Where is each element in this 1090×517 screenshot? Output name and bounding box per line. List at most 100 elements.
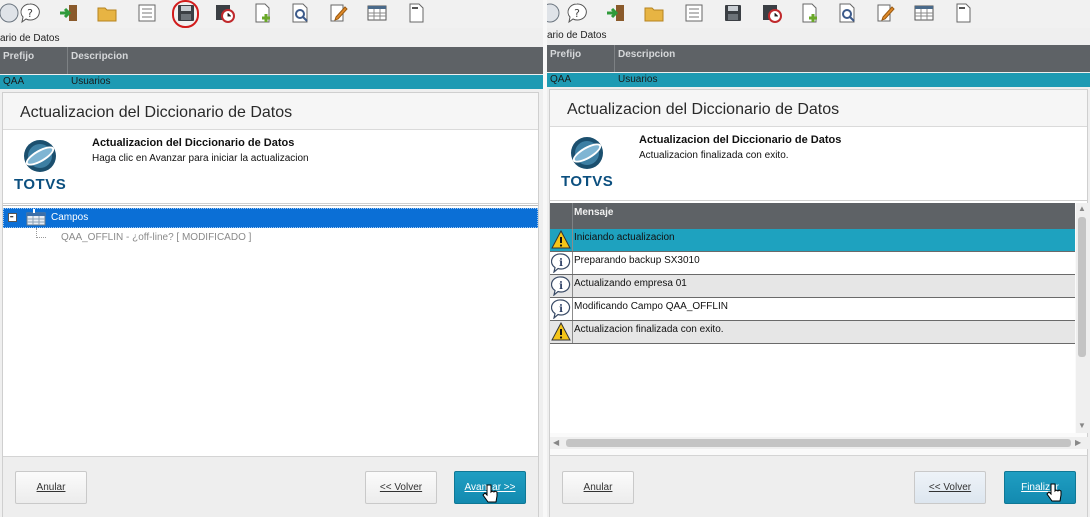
add-document-icon[interactable] xyxy=(252,2,274,24)
document-icon[interactable] xyxy=(405,2,427,24)
toolbar: ? xyxy=(547,0,1090,28)
header-subtitle: Haga clic en Avanzar para iniciar la act… xyxy=(92,153,309,164)
message-grid-header: Mensaje xyxy=(550,203,1075,229)
edit-icon[interactable] xyxy=(328,2,350,24)
collapse-toggle-icon[interactable] xyxy=(8,213,17,222)
header-title: Actualizacion del Diccionario de Datos xyxy=(92,137,295,149)
search-document-icon[interactable] xyxy=(290,2,312,24)
schedule-icon[interactable] xyxy=(214,2,236,24)
logo-text: TOTVS xyxy=(561,173,614,190)
scroll-left-icon[interactable]: ◀ xyxy=(553,438,559,447)
column-mensaje[interactable]: Mensaje xyxy=(574,207,613,218)
tree-item-campos[interactable]: Campos xyxy=(3,208,538,228)
vertical-scrollbar[interactable]: ▲ ▼ xyxy=(1076,203,1088,433)
scroll-right-icon[interactable]: ▶ xyxy=(1075,438,1081,447)
info-icon: i xyxy=(550,276,571,297)
table-icon[interactable] xyxy=(366,2,388,24)
help-icon[interactable]: ? xyxy=(566,2,588,24)
save-icon[interactable] xyxy=(722,2,744,24)
scroll-up-icon[interactable]: ▲ xyxy=(1078,204,1086,213)
save-icon[interactable] xyxy=(175,2,197,24)
finish-button[interactable]: Finalizar xyxy=(1004,471,1076,504)
schedule-icon[interactable] xyxy=(761,2,783,24)
list-item[interactable]: Iniciando actualizacion xyxy=(550,229,1075,252)
message-text: Modificando Campo QAA_OFFLIN xyxy=(574,301,728,312)
folder-icon[interactable] xyxy=(96,2,118,24)
wizard-dialog: Actualizacion del Diccionario de Datos T… xyxy=(2,92,539,517)
column-separator xyxy=(572,203,573,229)
tree-label-campos: Campos xyxy=(51,212,89,223)
exit-icon[interactable] xyxy=(58,2,80,24)
svg-text:i: i xyxy=(559,258,563,269)
info-tool-icon[interactable] xyxy=(547,2,561,24)
right-panel: ? ario de Datos Prefijo Descripcion QAA … xyxy=(547,0,1090,517)
svg-text:i: i xyxy=(559,304,563,315)
dialog-titlebar: Actualizacion del Diccionario de Datos xyxy=(550,90,1087,127)
table-fields-icon xyxy=(26,209,46,227)
info-tool-icon[interactable] xyxy=(0,2,20,24)
dialog-titlebar: Actualizacion del Diccionario de Datos xyxy=(3,93,538,130)
back-button[interactable]: << Volver xyxy=(914,471,986,504)
header-subtitle: Actualizacion finalizada con exito. xyxy=(639,150,789,161)
tree-connector xyxy=(36,237,46,238)
message-text: Preparando backup SX3010 xyxy=(574,255,700,266)
cell-prefijo: QAA xyxy=(550,74,572,85)
exit-icon[interactable] xyxy=(605,2,627,24)
list-item[interactable]: i Actualizando empresa 01 xyxy=(550,275,1075,298)
wizard-dialog: Actualizacion del Diccionario de Datos T… xyxy=(549,89,1088,517)
dialog-footer: Anular << Volver Finalizar xyxy=(550,455,1087,517)
dialog-title: Actualizacion del Diccionario de Datos xyxy=(20,104,293,121)
scroll-down-icon[interactable]: ▼ xyxy=(1078,421,1086,430)
edit-icon[interactable] xyxy=(875,2,897,24)
list-item[interactable]: Actualizacion finalizada con exito. xyxy=(550,321,1075,344)
add-document-icon[interactable] xyxy=(799,2,821,24)
svg-text:i: i xyxy=(559,281,563,292)
column-descripcion[interactable]: Descripcion xyxy=(618,49,675,60)
svg-text:?: ? xyxy=(574,7,580,20)
list-icon[interactable] xyxy=(683,2,705,24)
column-prefijo[interactable]: Prefijo xyxy=(3,51,34,62)
vertical-scroll-thumb[interactable] xyxy=(1078,217,1086,357)
column-separator xyxy=(572,229,573,251)
list-item[interactable]: i Modificando Campo QAA_OFFLIN xyxy=(550,298,1075,321)
table-row[interactable]: QAA Usuarios xyxy=(0,75,543,89)
column-prefijo[interactable]: Prefijo xyxy=(550,49,581,60)
document-icon[interactable] xyxy=(952,2,974,24)
horizontal-scroll-thumb[interactable] xyxy=(566,439,1071,447)
dialog-header: TOTVS Actualizacion del Diccionario de D… xyxy=(3,130,538,204)
column-separator xyxy=(572,275,573,297)
dictionary-grid-header: Prefijo Descripcion xyxy=(547,45,1090,72)
list-icon[interactable] xyxy=(136,2,158,24)
totvs-logo: TOTVS xyxy=(14,138,66,196)
logo-text: TOTVS xyxy=(14,176,67,193)
warning-icon xyxy=(551,229,571,250)
message-grid[interactable]: Mensaje Iniciando actualizacion i Preparan… xyxy=(550,203,1075,433)
left-panel: ? ario de Datos Prefijo Descripcion QAA … xyxy=(0,0,543,517)
table-row[interactable]: QAA Usuarios xyxy=(547,73,1090,87)
message-panel: Mensaje Iniciando actualizacion i Preparan… xyxy=(550,203,1088,455)
back-button[interactable]: << Volver xyxy=(365,471,437,504)
folder-icon[interactable] xyxy=(643,2,665,24)
strip-title: ario de Datos xyxy=(0,33,60,44)
message-text: Actualizacion finalizada con exito. xyxy=(574,324,724,335)
column-separator xyxy=(572,298,573,320)
table-icon[interactable] xyxy=(913,2,935,24)
info-icon: i xyxy=(550,299,571,320)
help-icon[interactable]: ? xyxy=(19,2,41,24)
cell-descripcion: Usuarios xyxy=(71,76,111,87)
dialog-header: TOTVS Actualizacion del Diccionario de D… xyxy=(550,127,1087,201)
cancel-button[interactable]: Anular xyxy=(15,471,87,504)
list-item[interactable]: i Preparando backup SX3010 xyxy=(550,252,1075,275)
message-text: Actualizando empresa 01 xyxy=(574,278,687,289)
cancel-button[interactable]: Anular xyxy=(562,471,634,504)
column-separator xyxy=(572,252,573,274)
cell-descripcion: Usuarios xyxy=(618,74,658,85)
horizontal-scrollbar[interactable]: ◀ ▶ xyxy=(550,437,1088,449)
column-descripcion[interactable]: Descripcion xyxy=(71,51,128,62)
column-separator xyxy=(67,47,68,74)
tree-view[interactable]: Campos QAA_OFFLIN - ¿off-line? [ MODIFIC… xyxy=(3,205,538,456)
tree-item-qaa-offlin[interactable]: QAA_OFFLIN - ¿off-line? [ MODIFICADO ] xyxy=(61,232,251,243)
search-document-icon[interactable] xyxy=(837,2,859,24)
toolbar: ? xyxy=(0,0,543,28)
dialog-footer: Anular << Volver Avanzar >> xyxy=(3,456,538,517)
